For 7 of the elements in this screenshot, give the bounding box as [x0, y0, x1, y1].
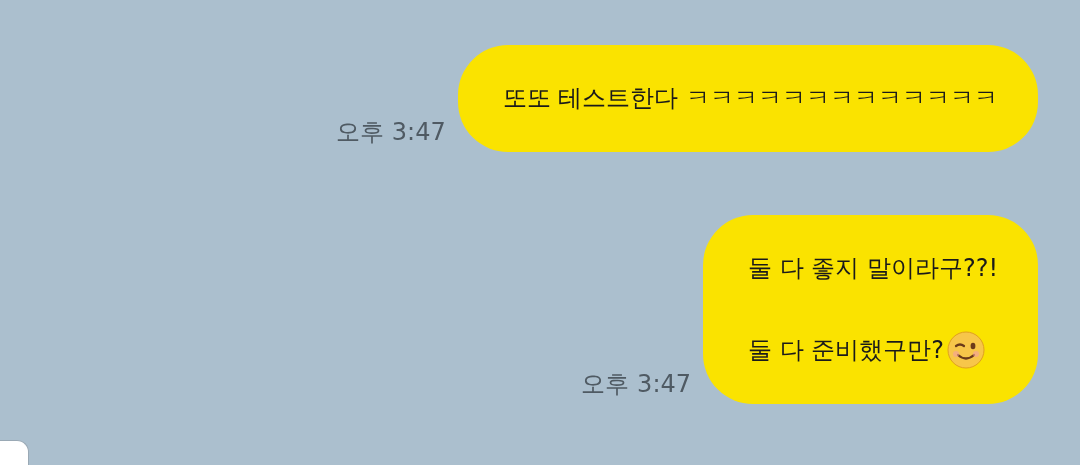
- message-text: 둘 다 좋지 말이라구??!: [748, 253, 998, 284]
- message-text: 둘 다 준비했구만?: [748, 330, 998, 370]
- winking-face-icon: [946, 330, 986, 370]
- message-bubble: [0, 440, 29, 465]
- message-time: 오후 3:47: [336, 117, 446, 148]
- message-text: 또또 테스트한다 ㅋㅋㅋㅋㅋㅋㅋㅋㅋㅋㅋㅋㅋ: [502, 83, 998, 114]
- message-time: 오후 3:47: [581, 369, 691, 400]
